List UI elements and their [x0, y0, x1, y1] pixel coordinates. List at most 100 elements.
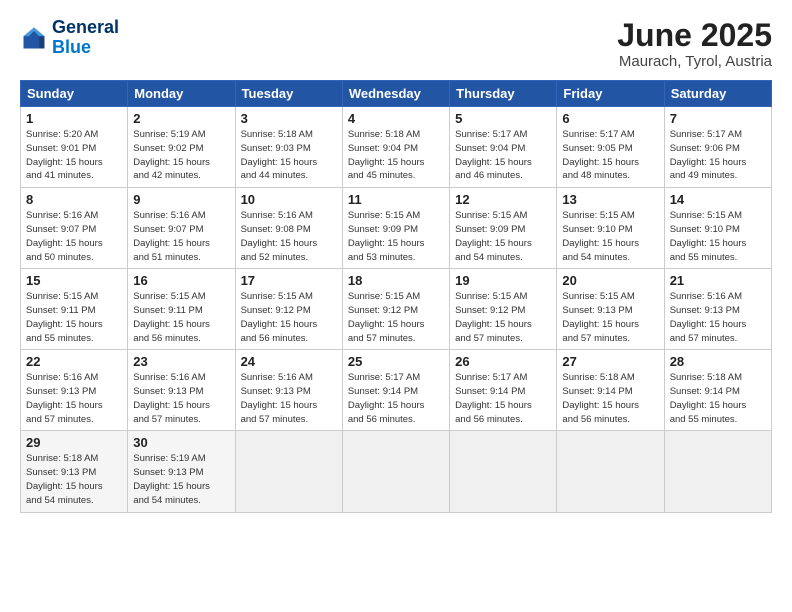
day-info: Sunrise: 5:18 AM Sunset: 9:03 PM Dayligh… [241, 128, 337, 183]
day-number: 3 [241, 111, 337, 126]
day-number: 11 [348, 192, 444, 207]
col-header-monday: Monday [128, 81, 235, 107]
calendar-cell: 25 Sunrise: 5:17 AM Sunset: 9:14 PM Dayli… [342, 350, 449, 431]
day-number: 17 [241, 273, 337, 288]
calendar-cell [557, 431, 664, 512]
calendar-table: SundayMondayTuesdayWednesdayThursdayFrid… [20, 80, 772, 512]
calendar-cell: 23 Sunrise: 5:16 AM Sunset: 9:13 PM Dayli… [128, 350, 235, 431]
day-number: 30 [133, 435, 229, 450]
col-header-sunday: Sunday [21, 81, 128, 107]
col-header-wednesday: Wednesday [342, 81, 449, 107]
day-number: 9 [133, 192, 229, 207]
logo-icon [20, 24, 48, 52]
day-info: Sunrise: 5:17 AM Sunset: 9:14 PM Dayligh… [348, 371, 444, 426]
day-number: 4 [348, 111, 444, 126]
day-info: Sunrise: 5:15 AM Sunset: 9:09 PM Dayligh… [348, 209, 444, 264]
day-info: Sunrise: 5:16 AM Sunset: 9:08 PM Dayligh… [241, 209, 337, 264]
day-info: Sunrise: 5:15 AM Sunset: 9:12 PM Dayligh… [241, 290, 337, 345]
calendar-cell: 12 Sunrise: 5:15 AM Sunset: 9:09 PM Dayli… [450, 188, 557, 269]
calendar-cell: 26Sunrise: 5:17 AM Sunset: 9:14 PM Dayli… [450, 350, 557, 431]
logo-text-blue: Blue [52, 38, 119, 58]
day-info: Sunrise: 5:20 AM Sunset: 9:01 PM Dayligh… [26, 128, 122, 183]
day-info: Sunrise: 5:15 AM Sunset: 9:11 PM Dayligh… [133, 290, 229, 345]
calendar-week-row: 22 Sunrise: 5:16 AM Sunset: 9:13 PM Dayli… [21, 350, 772, 431]
calendar-header-row: SundayMondayTuesdayWednesdayThursdayFrid… [21, 81, 772, 107]
logo: General Blue [20, 18, 119, 58]
calendar-cell: 24 Sunrise: 5:16 AM Sunset: 9:13 PM Dayli… [235, 350, 342, 431]
day-number: 13 [562, 192, 658, 207]
calendar-cell: 27 Sunrise: 5:18 AM Sunset: 9:14 PM Dayli… [557, 350, 664, 431]
calendar-cell: 9Sunrise: 5:16 AM Sunset: 9:07 PM Daylig… [128, 188, 235, 269]
calendar-cell: 15Sunrise: 5:15 AM Sunset: 9:11 PM Dayli… [21, 269, 128, 350]
day-number: 10 [241, 192, 337, 207]
calendar-cell: 18 Sunrise: 5:15 AM Sunset: 9:12 PM Dayli… [342, 269, 449, 350]
calendar-cell: 7Sunrise: 5:17 AM Sunset: 9:06 PM Daylig… [664, 107, 771, 188]
day-info: Sunrise: 5:15 AM Sunset: 9:09 PM Dayligh… [455, 209, 551, 264]
calendar-cell: 3 Sunrise: 5:18 AM Sunset: 9:03 PM Daylig… [235, 107, 342, 188]
calendar-cell: 8Sunrise: 5:16 AM Sunset: 9:07 PM Daylig… [21, 188, 128, 269]
day-info: Sunrise: 5:16 AM Sunset: 9:13 PM Dayligh… [133, 371, 229, 426]
calendar-cell: 28 Sunrise: 5:18 AM Sunset: 9:14 PM Dayli… [664, 350, 771, 431]
day-info: Sunrise: 5:15 AM Sunset: 9:10 PM Dayligh… [562, 209, 658, 264]
calendar-cell: 20 Sunrise: 5:15 AM Sunset: 9:13 PM Dayli… [557, 269, 664, 350]
calendar-cell: 13 Sunrise: 5:15 AM Sunset: 9:10 PM Dayli… [557, 188, 664, 269]
day-info: Sunrise: 5:16 AM Sunset: 9:13 PM Dayligh… [241, 371, 337, 426]
logo-text-general: General [52, 18, 119, 38]
col-header-saturday: Saturday [664, 81, 771, 107]
day-number: 12 [455, 192, 551, 207]
day-number: 23 [133, 354, 229, 369]
calendar-cell: 22 Sunrise: 5:16 AM Sunset: 9:13 PM Dayli… [21, 350, 128, 431]
day-info: Sunrise: 5:19 AM Sunset: 9:13 PM Dayligh… [133, 452, 229, 507]
day-info: Sunrise: 5:17 AM Sunset: 9:04 PM Dayligh… [455, 128, 551, 183]
day-info: Sunrise: 5:16 AM Sunset: 9:13 PM Dayligh… [26, 371, 122, 426]
day-number: 20 [562, 273, 658, 288]
calendar-cell: 5 Sunrise: 5:17 AM Sunset: 9:04 PM Daylig… [450, 107, 557, 188]
calendar-cell: 19 Sunrise: 5:15 AM Sunset: 9:12 PM Dayli… [450, 269, 557, 350]
calendar-cell: 2 Sunrise: 5:19 AM Sunset: 9:02 PM Daylig… [128, 107, 235, 188]
day-number: 19 [455, 273, 551, 288]
calendar-cell: 17 Sunrise: 5:15 AM Sunset: 9:12 PM Dayli… [235, 269, 342, 350]
day-number: 29 [26, 435, 122, 450]
day-info: Sunrise: 5:18 AM Sunset: 9:13 PM Dayligh… [26, 452, 122, 507]
calendar-cell [450, 431, 557, 512]
day-info: Sunrise: 5:15 AM Sunset: 9:12 PM Dayligh… [455, 290, 551, 345]
day-number: 8 [26, 192, 122, 207]
day-number: 25 [348, 354, 444, 369]
day-number: 28 [670, 354, 766, 369]
day-info: Sunrise: 5:18 AM Sunset: 9:04 PM Dayligh… [348, 128, 444, 183]
day-info: Sunrise: 5:17 AM Sunset: 9:06 PM Dayligh… [670, 128, 766, 183]
day-info: Sunrise: 5:16 AM Sunset: 9:13 PM Dayligh… [670, 290, 766, 345]
day-info: Sunrise: 5:18 AM Sunset: 9:14 PM Dayligh… [670, 371, 766, 426]
day-number: 18 [348, 273, 444, 288]
calendar-cell [664, 431, 771, 512]
col-header-thursday: Thursday [450, 81, 557, 107]
calendar-week-row: 8Sunrise: 5:16 AM Sunset: 9:07 PM Daylig… [21, 188, 772, 269]
day-number: 24 [241, 354, 337, 369]
calendar-week-row: 1 Sunrise: 5:20 AM Sunset: 9:01 PM Daylig… [21, 107, 772, 188]
day-info: Sunrise: 5:18 AM Sunset: 9:14 PM Dayligh… [562, 371, 658, 426]
day-number: 2 [133, 111, 229, 126]
day-number: 27 [562, 354, 658, 369]
day-info: Sunrise: 5:15 AM Sunset: 9:12 PM Dayligh… [348, 290, 444, 345]
calendar-week-row: 29 Sunrise: 5:18 AM Sunset: 9:13 PM Dayli… [21, 431, 772, 512]
col-header-tuesday: Tuesday [235, 81, 342, 107]
calendar-cell: 1 Sunrise: 5:20 AM Sunset: 9:01 PM Daylig… [21, 107, 128, 188]
day-number: 26 [455, 354, 551, 369]
day-info: Sunrise: 5:19 AM Sunset: 9:02 PM Dayligh… [133, 128, 229, 183]
calendar-cell: 16 Sunrise: 5:15 AM Sunset: 9:11 PM Dayli… [128, 269, 235, 350]
calendar-week-row: 15Sunrise: 5:15 AM Sunset: 9:11 PM Dayli… [21, 269, 772, 350]
calendar-cell: 29 Sunrise: 5:18 AM Sunset: 9:13 PM Dayli… [21, 431, 128, 512]
day-number: 5 [455, 111, 551, 126]
day-number: 1 [26, 111, 122, 126]
calendar-cell: 14 Sunrise: 5:15 AM Sunset: 9:10 PM Dayli… [664, 188, 771, 269]
calendar-cell: 10 Sunrise: 5:16 AM Sunset: 9:08 PM Dayli… [235, 188, 342, 269]
day-number: 22 [26, 354, 122, 369]
day-number: 16 [133, 273, 229, 288]
day-number: 14 [670, 192, 766, 207]
header: General Blue June 2025 Maurach, Tyrol, A… [20, 18, 772, 70]
day-info: Sunrise: 5:15 AM Sunset: 9:10 PM Dayligh… [670, 209, 766, 264]
day-info: Sunrise: 5:15 AM Sunset: 9:13 PM Dayligh… [562, 290, 658, 345]
calendar-cell: 30 Sunrise: 5:19 AM Sunset: 9:13 PM Dayli… [128, 431, 235, 512]
day-info: Sunrise: 5:15 AM Sunset: 9:11 PM Dayligh… [26, 290, 122, 345]
calendar-cell [235, 431, 342, 512]
